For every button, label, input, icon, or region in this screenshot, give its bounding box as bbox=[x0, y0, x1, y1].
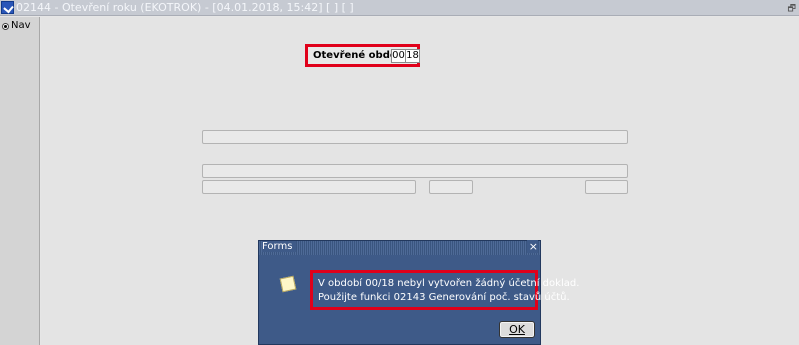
nav-label: Nav bbox=[11, 20, 31, 31]
form-field-1[interactable] bbox=[202, 130, 628, 144]
message-line-2: Použijte funkci 02143 Generování poč. st… bbox=[318, 292, 570, 303]
form-field-3[interactable] bbox=[202, 180, 416, 194]
form-field-2[interactable] bbox=[202, 164, 628, 178]
restore-icon[interactable]: 🗗 bbox=[788, 1, 796, 17]
window-title: 02144 - Otevření roku (EKOTROK) - [04.01… bbox=[16, 1, 354, 14]
form-field-4[interactable] bbox=[429, 180, 473, 194]
ok-button[interactable]: OK bbox=[499, 321, 535, 338]
dialog-message: V období 00/18 nebyl vytvořen žádný účet… bbox=[310, 270, 580, 310]
note-icon bbox=[279, 275, 297, 293]
form-field-5[interactable] bbox=[585, 180, 628, 194]
close-icon[interactable]: × bbox=[526, 240, 538, 253]
period-year-field[interactable]: 18 bbox=[405, 49, 420, 63]
message-line-1: V období 00/18 nebyl vytvořen žádný účet… bbox=[318, 278, 580, 289]
app-icon[interactable] bbox=[1, 1, 14, 14]
open-period-group: Otevřené období 00 18 bbox=[305, 44, 420, 67]
dialog-title: Forms bbox=[262, 241, 297, 252]
dialog-titlebar: Forms × bbox=[259, 240, 540, 255]
nav-radio[interactable] bbox=[2, 23, 9, 30]
window-titlebar: 02144 - Otevření roku (EKOTROK) - [04.01… bbox=[0, 0, 799, 16]
left-sidebar: Nav bbox=[0, 17, 40, 345]
period-month-field[interactable]: 00 bbox=[391, 49, 406, 63]
forms-dialog: Forms × V období 00/18 nebyl vytvořen žá… bbox=[258, 240, 580, 345]
